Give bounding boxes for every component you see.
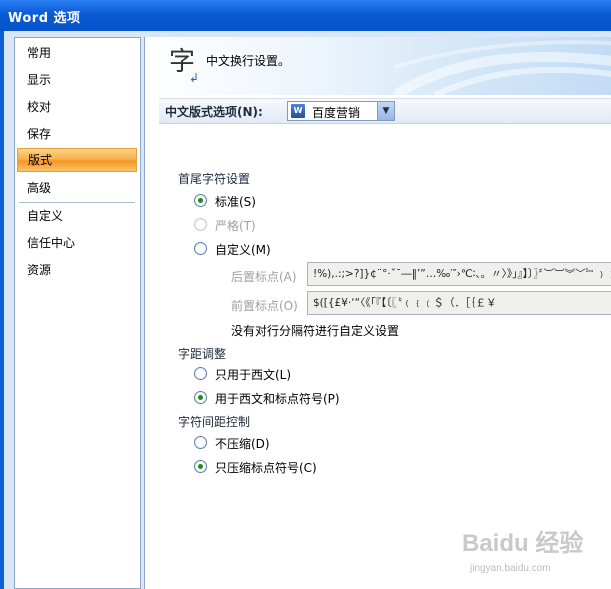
custom-note: 没有对行分隔符进行自定义设置 (231, 324, 400, 338)
title-bar[interactable]: Word 选项 (0, 0, 611, 31)
nav-item-save[interactable]: 保存 (17, 122, 137, 146)
section-header: 中文版式选项(N): W 百度营销 ▼ (159, 98, 611, 124)
nav-item-proofing[interactable]: 校对 (17, 95, 137, 119)
word-doc-icon: W (291, 104, 305, 118)
options-nav: 常用 显示 校对 保存 版式 高级 自定义 信任中心 资源 (14, 37, 141, 589)
radio-label: 严格(T) (215, 219, 256, 233)
nav-item-advanced[interactable]: 高级 (17, 176, 137, 200)
radio-label: 不压缩(D) (215, 437, 270, 451)
banner-swirl-decoration (395, 40, 611, 95)
layout-options-select[interactable]: W 百度营销 ▼ (287, 101, 395, 121)
radio-button[interactable] (194, 391, 207, 404)
watermark-text: Baidu 经验 (462, 530, 584, 557)
nav-item-trust-center[interactable]: 信任中心 (17, 231, 137, 255)
radio-button[interactable] (194, 460, 207, 473)
section-label: 中文版式选项(N): (165, 105, 263, 119)
nav-item-resources[interactable]: 资源 (17, 258, 137, 282)
nav-item-customize[interactable]: 自定义 (17, 204, 137, 228)
radio-button[interactable] (194, 242, 207, 255)
leading-punct-label: 前置标点(O) (231, 299, 298, 313)
dialog-client: 常用 显示 校对 保存 版式 高级 自定义 信任中心 资源 字 ↲ 中文换行设置。… (4, 31, 611, 589)
select-value: 百度营销 (312, 106, 361, 120)
char-spacing-heading: 字符间距控制 (178, 415, 251, 429)
baidu-watermark: Baidu 经验 jingyan.baidu.com (462, 517, 611, 589)
nav-item-display[interactable]: 显示 (17, 68, 137, 92)
chevron-down-icon[interactable]: ▼ (377, 102, 394, 120)
radio-label: 用于西文和标点符号(P) (215, 392, 340, 406)
watermark-url: jingyan.baidu.com (470, 563, 551, 574)
kerning-heading: 字距调整 (178, 347, 227, 361)
following-punct-field[interactable]: !%),.:;>?]}¢¨°·ˇˉ―‖’”…‰′″›℃∶、。〃〉》」』】〕〗〞︶… (307, 262, 611, 286)
font-char-icon: 字 ↲ (169, 47, 200, 85)
following-punct-label: 后置标点(A) (231, 270, 297, 284)
main-panel: 字 ↲ 中文换行设置。 中文版式选项(N): W 百度营销 ▼ 首尾字符设置 标准… (144, 37, 611, 589)
radio-button[interactable] (194, 194, 207, 207)
radio-label: 自定义(M) (215, 243, 271, 257)
banner-description: 中文换行设置。 (206, 54, 291, 68)
header-banner: 字 ↲ 中文换行设置。 (145, 37, 611, 95)
radio-label: 只压缩标点符号(C) (215, 461, 317, 475)
radio-button[interactable] (194, 436, 207, 449)
first-last-heading: 首尾字符设置 (178, 172, 251, 186)
leading-punct-field[interactable]: $([{£¥·‘“〈《「『【〔〖〝﹙﹛﹝＄（．［｛￡￥ (307, 291, 611, 315)
radio-button[interactable] (194, 367, 207, 380)
nav-divider (19, 202, 135, 203)
nav-item-common[interactable]: 常用 (17, 41, 137, 65)
radio-label: 只用于西文(L) (215, 368, 292, 382)
nav-item-typography[interactable]: 版式 (17, 148, 137, 172)
radio-label: 标准(S) (215, 195, 256, 209)
radio-button[interactable] (194, 218, 207, 231)
window-title: Word 选项 (8, 11, 81, 26)
